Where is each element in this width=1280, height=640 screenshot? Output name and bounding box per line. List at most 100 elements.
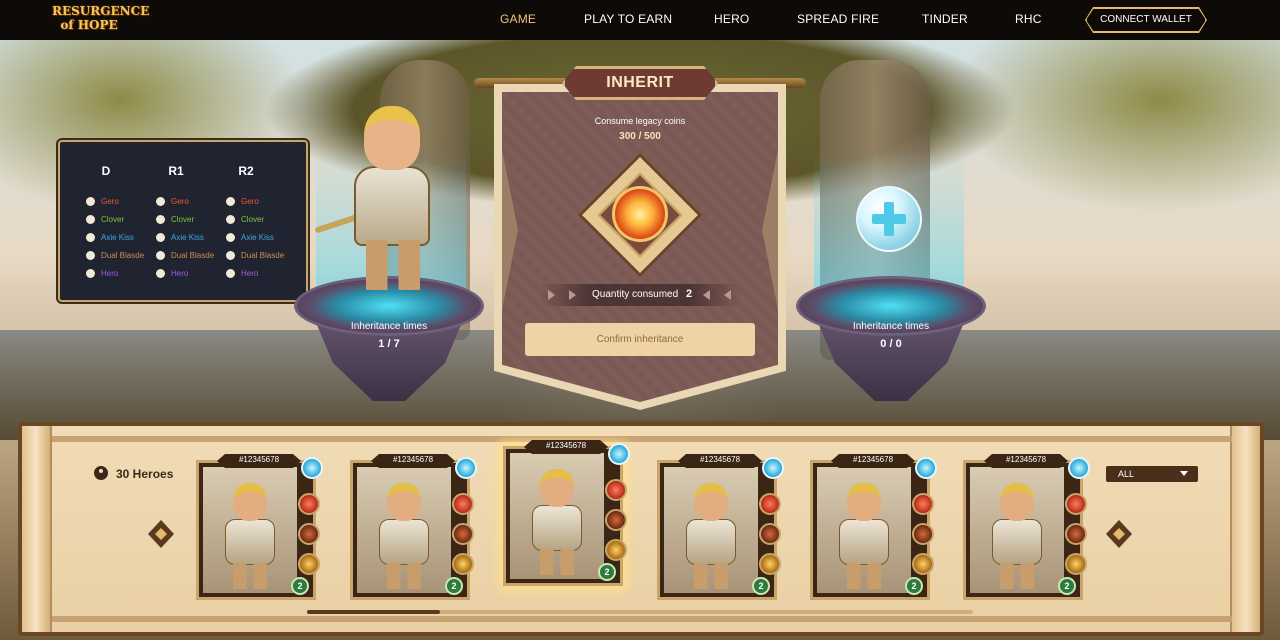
hero-legs (1000, 563, 1034, 589)
decrease-arrow-icon[interactable] (569, 290, 576, 300)
inherit-title: INHERIT (606, 74, 674, 91)
hero-card-selected[interactable]: #12345678 2 (503, 440, 630, 586)
filter-option[interactable]: Dual Blasde (226, 246, 284, 264)
skill-icon (452, 523, 474, 545)
connect-wallet-button[interactable]: CONNECT WALLET (1086, 8, 1206, 32)
inheritance-times-value: 1 / 7 (378, 338, 400, 350)
skill-icon (1065, 553, 1087, 575)
water-gem-icon (915, 457, 937, 479)
hero-id: #12345678 (699, 455, 741, 464)
nav-hero[interactable]: HERO (714, 12, 749, 26)
hero-legs (694, 563, 728, 589)
radio-dot[interactable] (226, 196, 235, 206)
confirm-inheritance-button[interactable]: Confirm inheritance (525, 323, 755, 356)
hero-body (532, 505, 582, 551)
filter-option[interactable]: Gero (86, 192, 144, 210)
radio-dot[interactable] (226, 232, 235, 242)
skill-icon (912, 493, 934, 515)
radio-dot[interactable] (86, 268, 95, 278)
filter-option-label: Hero (101, 268, 119, 278)
filter-option-label: Axie Kiss (101, 232, 134, 242)
filter-option-label: Clover (241, 214, 265, 224)
radio-dot[interactable] (156, 214, 165, 224)
skill-icon (605, 509, 627, 531)
nav-tinder[interactable]: TINDER (922, 12, 968, 26)
hero-card[interactable]: #12345678 2 (963, 454, 1090, 600)
radio-dot[interactable] (86, 250, 95, 260)
selected-hero-figure (314, 100, 446, 300)
filter-option[interactable]: Hero (226, 264, 284, 282)
inheritance-times-label: Inheritance times (350, 321, 428, 332)
right-hero-platform[interactable]: Inheritance times 0 / 0 (796, 276, 986, 401)
game-logo[interactable]: RESURGENCE of HOPE (52, 4, 149, 36)
filter-option[interactable]: Clover (86, 210, 144, 228)
skill-filter-panel: D Gero Clover Axie Kiss Dual Blasde Hero… (58, 140, 308, 302)
decrease-arrow-icon[interactable] (548, 290, 555, 300)
increase-arrow-icon[interactable] (703, 290, 710, 300)
filter-option[interactable]: Hero (86, 264, 144, 282)
hero-body (992, 519, 1042, 565)
user-icon (94, 466, 108, 480)
filter-option-label: Gero (101, 196, 119, 206)
nav-game[interactable]: GAME (500, 12, 536, 26)
filter-option[interactable]: Dual Blasde (86, 246, 144, 264)
hero-id: #12345678 (238, 455, 280, 464)
filter-option[interactable]: Clover (226, 210, 284, 228)
hero-level-badge: 2 (752, 577, 770, 595)
radio-dot[interactable] (156, 250, 165, 260)
filter-option[interactable]: Hero (156, 264, 214, 282)
inheritance-times-label: Inheritance times (852, 321, 930, 332)
skill-icon (759, 523, 781, 545)
radio-dot[interactable] (226, 250, 235, 260)
skill-icon (298, 493, 320, 515)
skill-icon (759, 553, 781, 575)
hero-filter-select[interactable]: ALL (1106, 466, 1198, 482)
hero-head (233, 483, 267, 521)
skill-icon (298, 553, 320, 575)
filter-column-header: R1 (168, 164, 184, 178)
quantity-label: Quantity consumed (592, 289, 679, 300)
hero-level-badge: 2 (291, 577, 309, 595)
filter-option[interactable]: Clover (156, 210, 214, 228)
water-gem-icon (608, 443, 630, 465)
hero-head (540, 469, 574, 507)
radio-dot[interactable] (156, 196, 165, 206)
filter-option-label: Gero (241, 196, 259, 206)
radio-dot[interactable] (226, 214, 235, 224)
hero-card[interactable]: #12345678 2 (350, 454, 477, 600)
hero-card[interactable]: #12345678 2 (657, 454, 784, 600)
radio-dot[interactable] (156, 232, 165, 242)
nav-rhc[interactable]: RHC (1015, 12, 1042, 26)
hero-body (839, 519, 889, 565)
radio-dot[interactable] (86, 232, 95, 242)
arrow-left-icon (155, 528, 167, 540)
filter-option-label: Gero (171, 196, 189, 206)
hero-level-badge: 2 (1058, 577, 1076, 595)
radio-dot[interactable] (86, 214, 95, 224)
hero-body (225, 519, 275, 565)
hero-level-badge: 2 (905, 577, 923, 595)
arrow-right-icon (1113, 528, 1125, 540)
filter-option[interactable]: Dual Blasde (156, 246, 214, 264)
hero-card[interactable]: #12345678 2 (196, 454, 323, 600)
hero-head (364, 106, 420, 170)
filter-option[interactable]: Gero (226, 192, 284, 210)
radio-dot[interactable] (226, 268, 235, 278)
filter-option[interactable]: Axie Kiss (86, 228, 144, 246)
nav-play-to-earn[interactable]: PLAY TO EARN (584, 12, 672, 26)
hero-card[interactable]: #12345678 2 (810, 454, 937, 600)
radio-dot[interactable] (156, 268, 165, 278)
hero-level-badge: 2 (445, 577, 463, 595)
hero-body (686, 519, 736, 565)
radio-dot[interactable] (86, 196, 95, 206)
nav-spread-fire[interactable]: SPREAD FIRE (797, 12, 879, 26)
increase-arrow-icon[interactable] (724, 290, 731, 300)
hero-id: #12345678 (392, 455, 434, 464)
skill-icon (605, 539, 627, 561)
roster-scrollbar-thumb[interactable] (307, 610, 440, 614)
filter-column-header: R2 (238, 164, 254, 178)
filter-option[interactable]: Axie Kiss (156, 228, 214, 246)
filter-option[interactable]: Gero (156, 192, 214, 210)
hero-legs (233, 563, 267, 589)
filter-option[interactable]: Axie Kiss (226, 228, 284, 246)
